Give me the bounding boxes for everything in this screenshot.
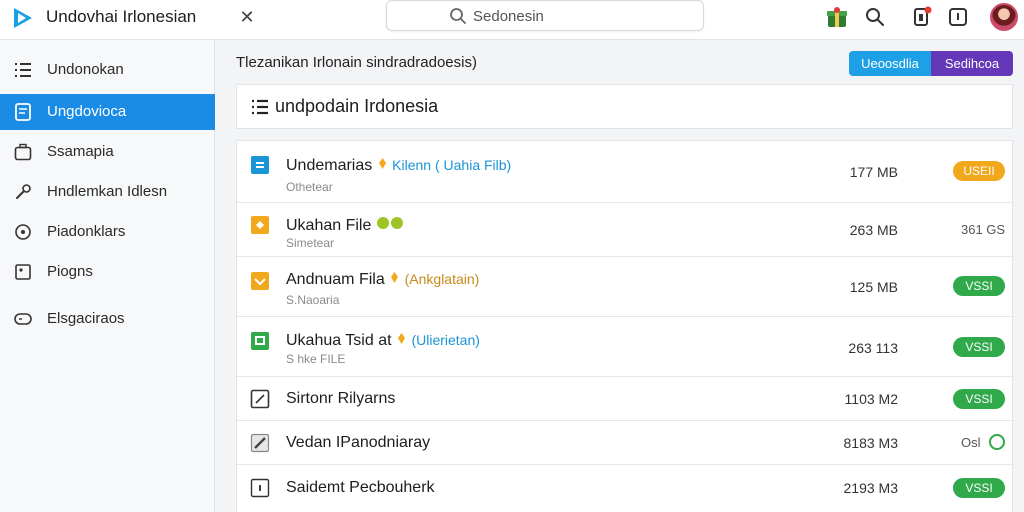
search-icon[interactable]	[863, 5, 887, 29]
sidebar-item-ungdovioca[interactable]: Ungdovioca	[0, 94, 215, 130]
file-row[interactable]: Undemarias Kilenn ( Uahia Filb) Othetear…	[237, 141, 1014, 203]
file-list: Undemarias Kilenn ( Uahia Filb) Othetear…	[236, 140, 1014, 512]
section-heading: undpodain Irdonesia	[236, 84, 1013, 129]
sidebar: Undonokan Ungdovioca Ssamapia Hndlemkan …	[0, 40, 215, 512]
wrench-icon	[16, 184, 31, 199]
search-icon	[450, 8, 466, 24]
play-logo-icon	[14, 8, 32, 28]
pin-icon	[378, 158, 386, 169]
file-row[interactable]: Vedan IPanodniaray 8183 M3 Osl	[237, 421, 1014, 465]
sidebar-item-label: Undonokan	[47, 61, 124, 78]
list-icon	[15, 63, 31, 77]
sidebar-item-label: Elsgaciraos	[47, 310, 125, 327]
file-green-icon	[251, 332, 269, 350]
page-title: undpodain Irdonesia	[275, 96, 439, 116]
file-subtitle: S hke FILE	[286, 352, 346, 366]
file-name: Saidemt Pecbouherk	[286, 479, 435, 496]
file-row[interactable]: Ukahan File Simetear 263 MB 361 GS	[237, 203, 1014, 257]
file-size: 1103 M2	[844, 391, 898, 407]
status-badge: VSSI	[953, 276, 1005, 296]
list-icon	[252, 99, 268, 115]
file-subtitle: Simetear	[286, 236, 335, 250]
pencil-icon	[250, 433, 270, 453]
emoji-icons	[376, 217, 403, 229]
file-subtitle: S.Naoaria	[286, 293, 340, 307]
file-name: Andnuam Fila (Ankglatain)	[286, 271, 480, 288]
pin-icon	[398, 333, 405, 344]
file-size: 8183 M3	[843, 435, 898, 451]
status-text: 361 GS	[961, 222, 1006, 237]
file-size: 177 MB	[849, 164, 898, 180]
pin-icon	[391, 272, 399, 283]
file-name: Sirtonr Rilyarns	[286, 390, 396, 407]
file-size: 263 MB	[849, 222, 898, 238]
avatar[interactable]	[990, 3, 1018, 31]
file-row[interactable]: Ukahua Tsid at (Ulierietan) S hke FILE 2…	[237, 317, 1014, 377]
file-subtitle: Othetear	[286, 180, 333, 194]
sidebar-item-piadonklars[interactable]: Piadonklars	[0, 214, 215, 250]
target-icon	[15, 224, 31, 240]
file-row[interactable]: Saidemt Pecbouherk 2193 M3 VSSI	[237, 465, 1014, 511]
file-name: Ukahua Tsid at (Ulierietan)	[286, 332, 480, 349]
file-row[interactable]: Andnuam Fila (Ankglatain) S.Naoaria 125 …	[237, 257, 1014, 317]
sidebar-item-label: Piadonklars	[47, 223, 126, 240]
file-name: Vedan IPanodniaray	[286, 434, 431, 451]
briefcase-icon	[14, 143, 32, 161]
notification-icon[interactable]	[910, 5, 934, 29]
file-tag: Kilenn ( Uahia Filb)	[392, 157, 512, 173]
file-size: 263 113	[848, 340, 898, 356]
status-badge: VSSI	[953, 389, 1005, 409]
file-size: 2193 M3	[843, 480, 898, 496]
file-tag: (Ankglatain)	[404, 271, 480, 287]
file-name: Undemarias Kilenn ( Uahia Filb)	[286, 157, 512, 174]
status-ring-icon	[989, 434, 1005, 450]
info-icon	[250, 478, 270, 498]
file-orange-icon	[251, 216, 269, 234]
file-yellow-icon	[251, 272, 269, 290]
status-badge: VSSI	[953, 337, 1005, 357]
status-badge: USEII	[953, 161, 1005, 181]
file-name: Ukahan File	[286, 216, 406, 235]
status-text: Osl	[961, 435, 981, 450]
app-title: Undovhai Irlonesian	[46, 7, 197, 26]
sidebar-item-label: Ungdovioca	[47, 103, 127, 120]
info-icon[interactable]	[946, 5, 970, 29]
sidebar-item-label: Ssamapia	[47, 143, 114, 160]
sidebar-item-hndlemkan[interactable]: Hndlemkan Idlesn	[0, 174, 215, 210]
gamepad-icon	[14, 313, 32, 325]
status-badge: VSSI	[953, 478, 1005, 498]
sidebar-item-elsgaciraos[interactable]: Elsgaciraos	[0, 301, 215, 337]
edit-icon	[250, 389, 270, 409]
top-bar: Undovhai Irlonesian ✕	[0, 0, 1024, 40]
file-size: 125 MB	[849, 279, 898, 295]
primary-button[interactable]: Ueoosdlia	[849, 51, 931, 76]
search-input[interactable]	[473, 5, 673, 27]
search-box[interactable]	[386, 0, 704, 31]
file-row[interactable]: Sirtonr Rilyarns 1103 M2 VSSI	[237, 377, 1014, 421]
sidebar-item-label: Piogns	[47, 263, 93, 280]
sidebar-item-undonokan[interactable]: Undonokan	[0, 52, 215, 88]
gift-icon[interactable]	[825, 5, 849, 29]
puzzle-icon	[15, 264, 31, 280]
close-icon[interactable]: ✕	[236, 6, 258, 28]
file-blue-icon	[251, 156, 269, 174]
page-subtitle: Tlezanikan Irlonain sindradradoesis)	[236, 54, 477, 71]
file-tag: (Ulierietan)	[411, 332, 480, 348]
document-icon	[15, 103, 31, 121]
secondary-button[interactable]: Sedihcoa	[931, 51, 1013, 76]
sidebar-item-ssamapia[interactable]: Ssamapia	[0, 134, 215, 170]
sidebar-item-piogns[interactable]: Piogns	[0, 254, 215, 290]
sidebar-item-label: Hndlemkan Idlesn	[47, 183, 168, 200]
